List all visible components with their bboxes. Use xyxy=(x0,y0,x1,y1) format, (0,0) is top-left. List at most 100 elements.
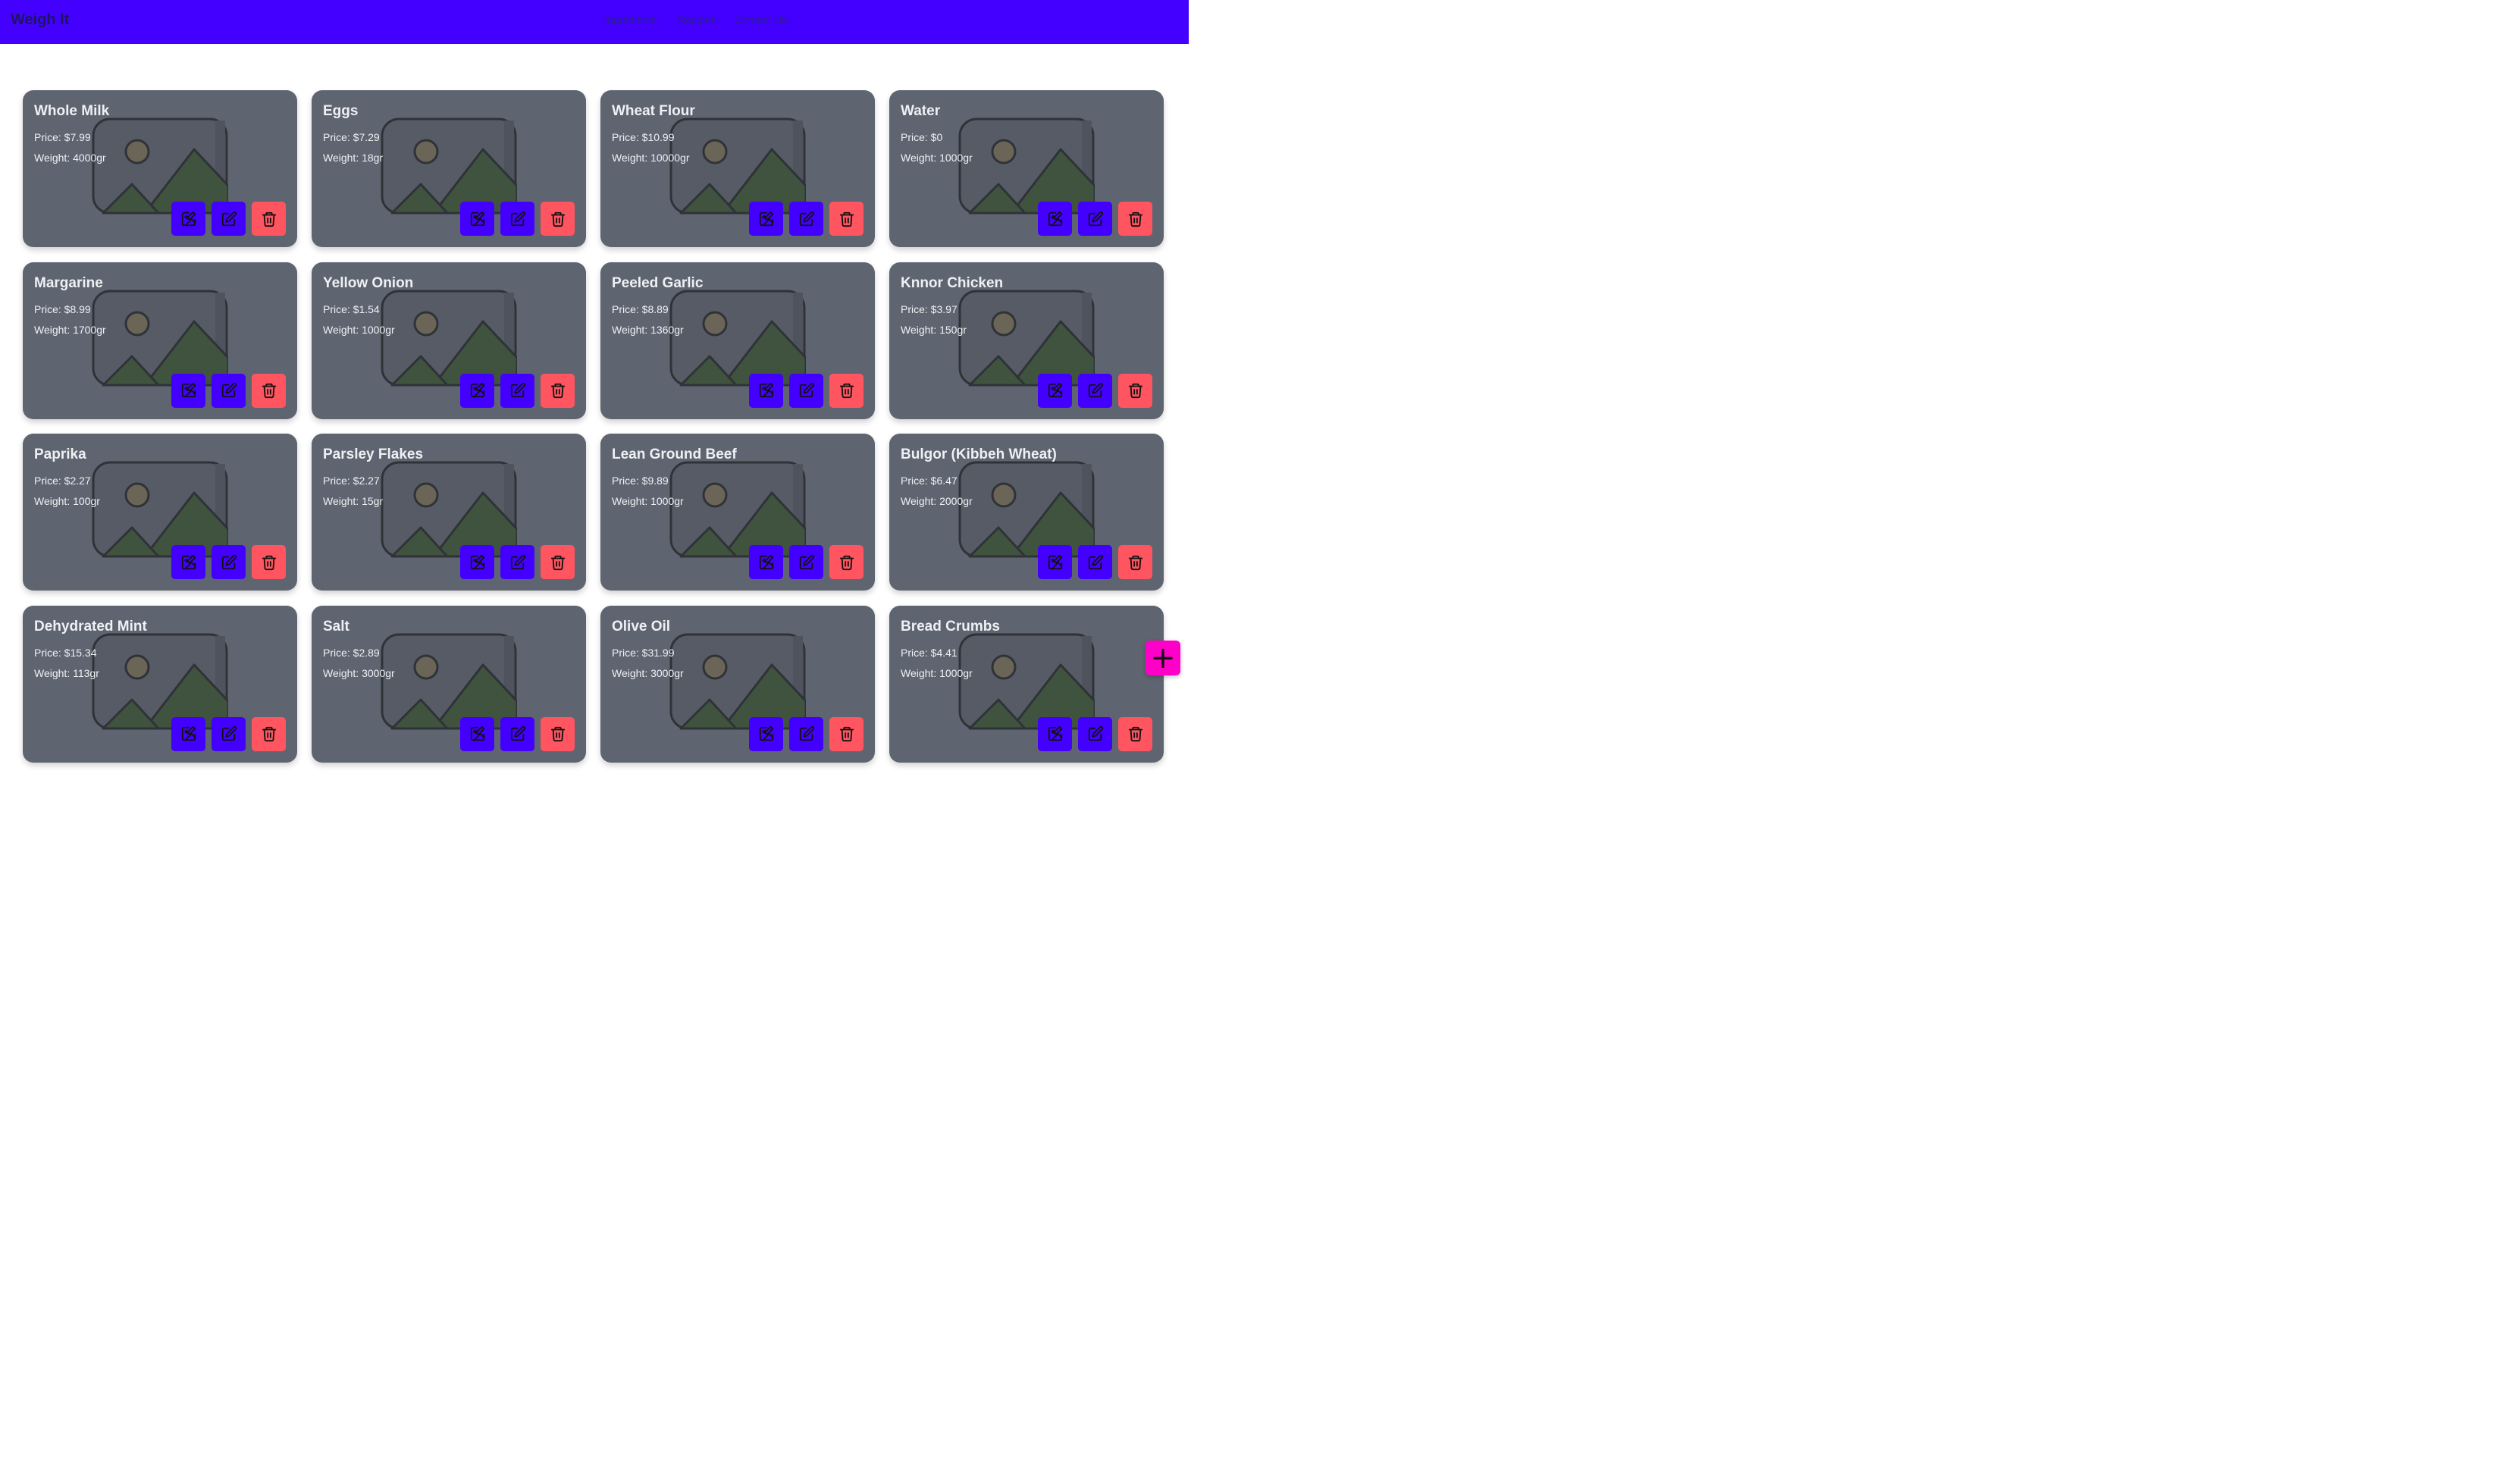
delete-button[interactable] xyxy=(1118,545,1152,579)
edit-button[interactable] xyxy=(500,545,534,579)
delete-button[interactable] xyxy=(829,545,864,579)
edit-button[interactable] xyxy=(212,373,246,408)
edit-button[interactable] xyxy=(212,545,246,579)
delete-button[interactable] xyxy=(541,545,575,579)
trash-icon xyxy=(1128,383,1142,399)
image-placeholder-icon xyxy=(92,290,228,386)
delete-button[interactable] xyxy=(252,716,286,751)
ingredient-name: Peeled Garlic xyxy=(612,274,704,291)
edit-image-button[interactable] xyxy=(171,716,205,751)
ingredient-price: Price: $31.99 xyxy=(612,646,675,659)
edit-icon xyxy=(221,211,237,226)
ingredient-card: Peeled Garlic Price: $8.89 Weight: 1360g… xyxy=(600,262,875,419)
edit-image-button[interactable] xyxy=(1038,202,1072,236)
nav-link-contact-us[interactable]: Contact Us xyxy=(735,14,787,26)
ingredient-name: Bread Crumbs xyxy=(901,618,1000,634)
edit-image-button[interactable] xyxy=(749,373,783,408)
edit-image-button[interactable] xyxy=(749,202,783,236)
ingredient-name: Lean Ground Beef xyxy=(612,446,737,462)
edit-image-button[interactable] xyxy=(460,202,494,236)
edit-image-button[interactable] xyxy=(749,545,783,579)
nav-link-ingredients[interactable]: Ingredients xyxy=(604,14,657,26)
image-placeholder-icon xyxy=(381,290,517,386)
ingredient-card: Parsley Flakes Price: $2.27 Weight: 15gr xyxy=(312,434,586,591)
ingredient-card: Water Price: $0 Weight: 1000gr xyxy=(889,90,1164,247)
edit-button[interactable] xyxy=(212,202,246,236)
image-placeholder-icon xyxy=(958,290,1095,386)
edit-button[interactable] xyxy=(500,716,534,751)
image-edit-icon xyxy=(181,554,196,569)
edit-image-button[interactable] xyxy=(460,545,494,579)
image-placeholder-icon xyxy=(958,461,1095,558)
trash-icon xyxy=(839,555,854,570)
edit-button[interactable] xyxy=(1078,545,1112,579)
delete-button[interactable] xyxy=(252,202,286,236)
delete-button[interactable] xyxy=(541,716,575,751)
delete-button[interactable] xyxy=(541,202,575,236)
edit-image-button[interactable] xyxy=(171,545,205,579)
edit-icon xyxy=(799,211,814,226)
delete-button[interactable] xyxy=(829,202,864,236)
edit-image-button[interactable] xyxy=(1038,545,1072,579)
edit-button[interactable] xyxy=(1078,716,1112,751)
edit-image-button[interactable] xyxy=(460,373,494,408)
ingredient-price: Price: $9.89 xyxy=(612,475,669,487)
ingredient-price: Price: $6.47 xyxy=(901,475,958,487)
ingredient-card: Salt Price: $2.89 Weight: 3000gr xyxy=(312,605,586,763)
delete-button[interactable] xyxy=(829,373,864,408)
edit-button[interactable] xyxy=(789,545,823,579)
ingredient-weight: Weight: 1000gr xyxy=(901,666,973,679)
delete-button[interactable] xyxy=(1118,373,1152,408)
ingredient-card: Paprika Price: $2.27 Weight: 100gr xyxy=(23,434,297,591)
edit-button[interactable] xyxy=(789,202,823,236)
ingredient-name: Knnor Chicken xyxy=(901,274,1004,291)
ingredient-card: Bread Crumbs Price: $4.41 Weight: 1000gr xyxy=(889,605,1164,763)
delete-button[interactable] xyxy=(252,373,286,408)
edit-icon xyxy=(510,725,525,741)
edit-button[interactable] xyxy=(500,202,534,236)
ingredient-price: Price: $2.27 xyxy=(323,475,380,487)
trash-icon xyxy=(839,383,854,399)
delete-button[interactable] xyxy=(541,373,575,408)
delete-button[interactable] xyxy=(829,716,864,751)
ingredient-weight: Weight: 1000gr xyxy=(612,495,684,507)
edit-button[interactable] xyxy=(500,373,534,408)
edit-image-button[interactable] xyxy=(460,716,494,751)
ingredient-weight: Weight: 18gr xyxy=(323,152,384,164)
image-edit-icon xyxy=(1048,211,1062,226)
edit-image-button[interactable] xyxy=(749,716,783,751)
edit-button[interactable] xyxy=(1078,373,1112,408)
edit-image-button[interactable] xyxy=(1038,716,1072,751)
trash-icon xyxy=(262,555,276,570)
ingredient-price: Price: $2.89 xyxy=(323,646,380,659)
ingredient-price: Price: $4.41 xyxy=(901,646,958,659)
ingredient-name: Paprika xyxy=(34,446,86,462)
image-edit-icon xyxy=(759,382,773,398)
edit-button[interactable] xyxy=(789,373,823,408)
add-ingredient-button[interactable]: + xyxy=(1146,641,1180,675)
ingredient-price: Price: $0 xyxy=(901,131,943,143)
edit-image-button[interactable] xyxy=(171,202,205,236)
image-edit-icon xyxy=(759,211,773,226)
image-edit-icon xyxy=(470,725,484,741)
nav-link-recipes[interactable]: Recipes xyxy=(678,14,716,26)
ingredient-weight: Weight: 15gr xyxy=(323,495,384,507)
edit-icon xyxy=(510,211,525,226)
ingredient-name: Dehydrated Mint xyxy=(34,618,147,634)
image-placeholder-icon xyxy=(958,633,1095,729)
delete-button[interactable] xyxy=(1118,202,1152,236)
edit-image-button[interactable] xyxy=(1038,373,1072,408)
ingredient-name: Salt xyxy=(323,618,349,634)
ingredient-card: Dehydrated Mint Price: $15.34 Weight: 11… xyxy=(23,605,297,763)
delete-button[interactable] xyxy=(1118,716,1152,751)
delete-button[interactable] xyxy=(252,545,286,579)
ingredient-weight: Weight: 113gr xyxy=(34,666,99,679)
edit-button[interactable] xyxy=(212,716,246,751)
image-edit-icon xyxy=(470,211,484,226)
edit-image-button[interactable] xyxy=(171,373,205,408)
ingredient-name: Bulgor (Kibbeh Wheat) xyxy=(901,446,1057,462)
trash-icon xyxy=(839,726,854,742)
edit-button[interactable] xyxy=(789,716,823,751)
edit-button[interactable] xyxy=(1078,202,1112,236)
ingredient-weight: Weight: 2000gr xyxy=(901,495,973,507)
